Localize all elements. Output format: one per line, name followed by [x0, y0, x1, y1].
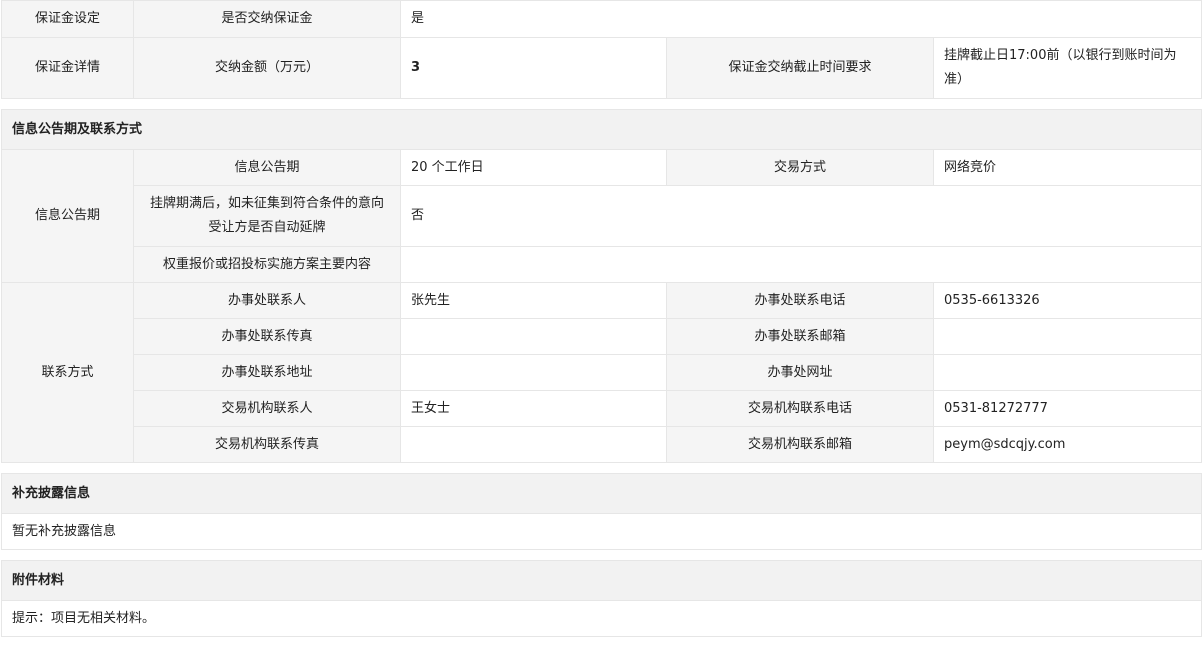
announcement-period-row: 信息公告期 信息公告期 20 个工作日 交易方式 网络竞价: [1, 149, 1202, 283]
office-address-label: 办事处联系地址: [133, 354, 401, 391]
announcement-period-value: 20 个工作日: [400, 149, 667, 186]
announcement-section-header: 信息公告期及联系方式: [0, 109, 1202, 150]
trade-method-value: 网络竞价: [932, 149, 1202, 186]
agency-contact-row: 交易机构联系人 王女士 交易机构联系电话 0531-81272777: [2, 390, 1202, 427]
attachments-section-header: 附件材料: [0, 560, 1202, 601]
deposit-detail-row: 保证金详情 交纳金额（万元） 3 保证金交纳截止时间要求 挂牌截止日17:00前…: [1, 37, 1202, 99]
scheme-row: 权重报价或招投标实施方案主要内容: [2, 246, 1202, 283]
office-website-value: [932, 354, 1202, 391]
agency-email-value: peym@sdcqjy.com: [932, 426, 1202, 463]
announcement-group-label: 信息公告期: [1, 149, 134, 283]
trade-method-label: 交易方式: [666, 149, 934, 186]
office-fax-value: [400, 318, 667, 355]
office-address-row: 办事处联系地址 办事处网址: [2, 354, 1202, 391]
deposit-detail-label: 保证金详情: [1, 37, 134, 99]
office-phone-value: 0535-6613326: [932, 282, 1202, 319]
attachments-section-title: 附件材料: [0, 560, 1202, 601]
agency-email-label: 交易机构联系邮箱: [666, 426, 934, 463]
supplement-row: 暂无补充披露信息: [0, 513, 1202, 550]
office-email-label: 办事处联系邮箱: [666, 318, 934, 355]
scheme-value: [399, 246, 1202, 283]
auto-extension-value: 否: [399, 185, 1202, 247]
auto-extension-label: 挂牌期满后，如未征集到符合条件的意向受让方是否自动延牌: [133, 185, 401, 247]
deposit-amount-label: 交纳金额（万元）: [133, 37, 401, 99]
office-fax-label: 办事处联系传真: [133, 318, 401, 355]
office-phone-label: 办事处联系电话: [666, 282, 934, 319]
office-contact-row: 联系方式 办事处联系人 张先生 办事处联系电话 0535-6613326: [1, 282, 1202, 463]
agency-phone-value: 0531-81272777: [932, 390, 1202, 427]
deposit-required-label: 是否交纳保证金: [133, 0, 401, 38]
agency-fax-row: 交易机构联系传真 交易机构联系邮箱 peym@sdcqjy.com: [2, 426, 1202, 463]
auto-extension-row: 挂牌期满后，如未征集到符合条件的意向受让方是否自动延牌 否: [2, 185, 1202, 247]
deposit-deadline-label: 保证金交纳截止时间要求: [666, 37, 934, 99]
attachments-tip-text: 提示：项目无相关材料。: [0, 600, 1202, 637]
supplement-section-title: 补充披露信息: [0, 473, 1202, 514]
deposit-amount-value: 3: [400, 37, 667, 99]
agency-phone-label: 交易机构联系电话: [666, 390, 934, 427]
office-fax-row: 办事处联系传真 办事处联系邮箱: [2, 318, 1202, 355]
office-contact-value: 张先生: [400, 282, 667, 319]
office-email-value: [932, 318, 1202, 355]
deposit-table: 保证金设定 是否交纳保证金 是 保证金详情 交纳金额（万元） 3 保证金交纳截止…: [0, 0, 1202, 637]
deposit-required-value: 是: [399, 0, 1202, 38]
office-contact-label: 办事处联系人: [133, 282, 401, 319]
contact-group-label: 联系方式: [1, 282, 134, 463]
agency-fax-value: [400, 426, 667, 463]
supplement-empty-text: 暂无补充披露信息: [0, 513, 1202, 550]
announcement-period-label: 信息公告期: [133, 149, 401, 186]
agency-contact-label: 交易机构联系人: [133, 390, 401, 427]
agency-fax-label: 交易机构联系传真: [133, 426, 401, 463]
deposit-setting-label: 保证金设定: [1, 0, 134, 38]
deposit-deadline-value: 挂牌截止日17:00前（以银行到账时间为准）: [932, 37, 1202, 99]
announcement-section-title: 信息公告期及联系方式: [0, 109, 1202, 150]
supplement-section-header: 补充披露信息: [0, 473, 1202, 514]
agency-contact-value: 王女士: [400, 390, 667, 427]
attachments-row: 提示：项目无相关材料。: [0, 600, 1202, 637]
scheme-label: 权重报价或招投标实施方案主要内容: [133, 246, 401, 283]
deposit-setting-row: 保证金设定 是否交纳保证金 是: [1, 0, 1202, 38]
office-address-value: [400, 354, 667, 391]
office-website-label: 办事处网址: [666, 354, 934, 391]
